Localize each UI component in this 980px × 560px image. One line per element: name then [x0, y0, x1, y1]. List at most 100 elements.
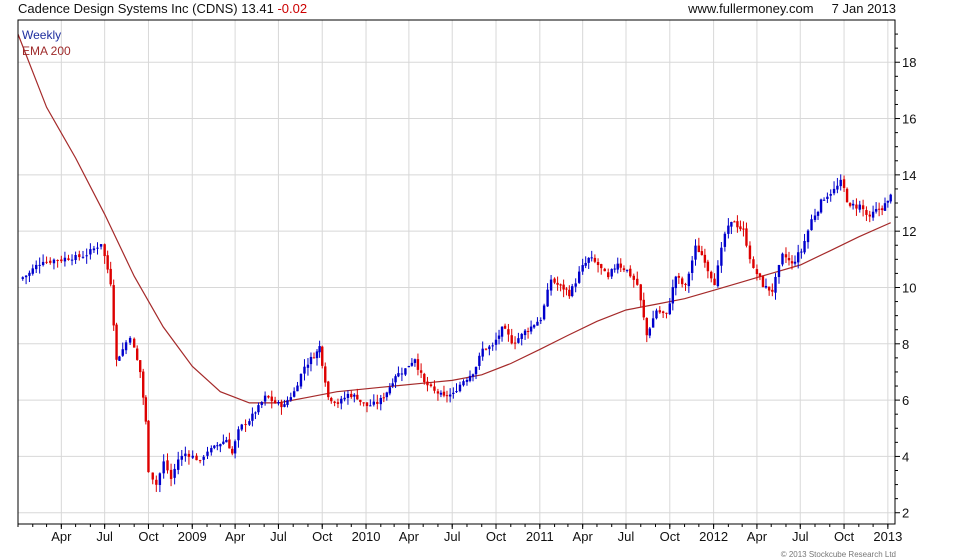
candle-body: [736, 221, 739, 228]
candle-body: [135, 348, 139, 360]
candle-body: [296, 385, 299, 392]
candle-body: [309, 356, 313, 365]
y-tick-label: 12: [902, 224, 916, 239]
candle-body: [584, 262, 587, 266]
candle-body: [333, 401, 336, 403]
candle-body: [596, 261, 600, 266]
x-tick-label: Jul: [270, 529, 287, 544]
candle-body: [523, 330, 527, 336]
candle-body: [124, 342, 128, 351]
candle-body: [565, 288, 568, 290]
candle-body: [379, 397, 382, 405]
candle-body: [206, 451, 209, 456]
candle-body: [382, 397, 386, 399]
candle-body: [733, 221, 736, 223]
candle-body: [81, 256, 85, 258]
y-tick-label: 6: [902, 393, 909, 408]
candle-body: [280, 402, 283, 408]
candle-body: [92, 248, 96, 251]
candle-body: [587, 257, 590, 263]
candle-body: [690, 260, 694, 273]
candle-body: [687, 273, 691, 287]
candle-body: [748, 245, 752, 260]
candle-body: [240, 424, 243, 430]
candle-body: [706, 261, 710, 272]
candle-body: [106, 255, 109, 270]
candle-body: [315, 351, 319, 359]
x-tick-label: Oct: [834, 529, 855, 544]
candle-body: [56, 259, 59, 261]
candle-body: [78, 254, 81, 258]
candle-body: [764, 285, 768, 288]
candle-body: [442, 391, 446, 396]
candle-body: [610, 269, 613, 277]
candle-body: [767, 286, 771, 291]
candle-body: [166, 460, 169, 471]
candle-body: [391, 383, 394, 387]
candle-body: [60, 259, 63, 262]
candle-body: [455, 391, 458, 393]
candle-body: [745, 228, 748, 246]
candle-body: [574, 283, 577, 287]
candle-body: [277, 402, 280, 404]
candle-body: [142, 371, 145, 398]
candle-body: [526, 331, 530, 333]
candle-body: [622, 268, 626, 271]
candle-body: [445, 395, 449, 397]
candle-body: [410, 362, 414, 366]
candle-body: [488, 346, 491, 350]
candle-body: [343, 397, 346, 400]
candle-body: [513, 342, 517, 344]
candle-body: [562, 284, 565, 290]
candle-body: [394, 376, 397, 383]
price-chart: 2 4 6 8 10 12 14 16 18 Apr Jul Oct 2009 Apr Jul Oct 201…: [17, 19, 916, 544]
candle-body: [465, 379, 469, 382]
candle-body: [848, 203, 852, 206]
candle-body: [727, 225, 730, 234]
candle-body: [330, 397, 333, 402]
candle-body: [568, 289, 571, 297]
candle-body: [180, 455, 183, 460]
candle-body: [474, 366, 478, 375]
candle-body: [665, 312, 668, 314]
candle-body: [263, 395, 267, 402]
candle-body: [63, 257, 67, 262]
candle-body: [813, 215, 817, 220]
candle-body: [273, 400, 277, 404]
candle-body: [713, 278, 716, 286]
candle-body: [286, 400, 289, 405]
candle-body: [529, 326, 533, 332]
candle-body: [458, 384, 462, 392]
candle-body: [426, 381, 429, 386]
candle-body: [267, 395, 270, 398]
candle-body: [89, 249, 92, 255]
candle-body: [636, 278, 639, 285]
candle-body: [845, 188, 849, 203]
candle-body: [632, 275, 635, 280]
candle-body: [306, 364, 310, 368]
candle-body: [484, 348, 488, 350]
candle-body: [244, 424, 247, 426]
x-tick-label: Jul: [444, 529, 461, 544]
x-tick-label: Oct: [312, 529, 333, 544]
candle-body: [237, 429, 240, 441]
candle-body: [784, 254, 788, 258]
candle-body: [397, 373, 400, 377]
x-tick-label: Apr: [51, 529, 72, 544]
candle-body: [771, 289, 774, 292]
candle-body: [49, 260, 52, 263]
candle-body: [385, 392, 389, 398]
candle-body: [497, 335, 501, 339]
candle-body: [115, 324, 118, 360]
candle-body: [292, 391, 296, 397]
candle-body: [556, 282, 559, 285]
candle-body: [651, 318, 655, 328]
y-tick-label: 2: [902, 506, 909, 521]
candle-body: [796, 252, 800, 263]
x-tick-label: 2010: [352, 529, 381, 544]
candle-body: [257, 405, 260, 413]
candle-body: [520, 333, 523, 339]
candle-body: [645, 318, 648, 336]
candle-body: [510, 335, 513, 344]
candle-body: [806, 230, 810, 243]
